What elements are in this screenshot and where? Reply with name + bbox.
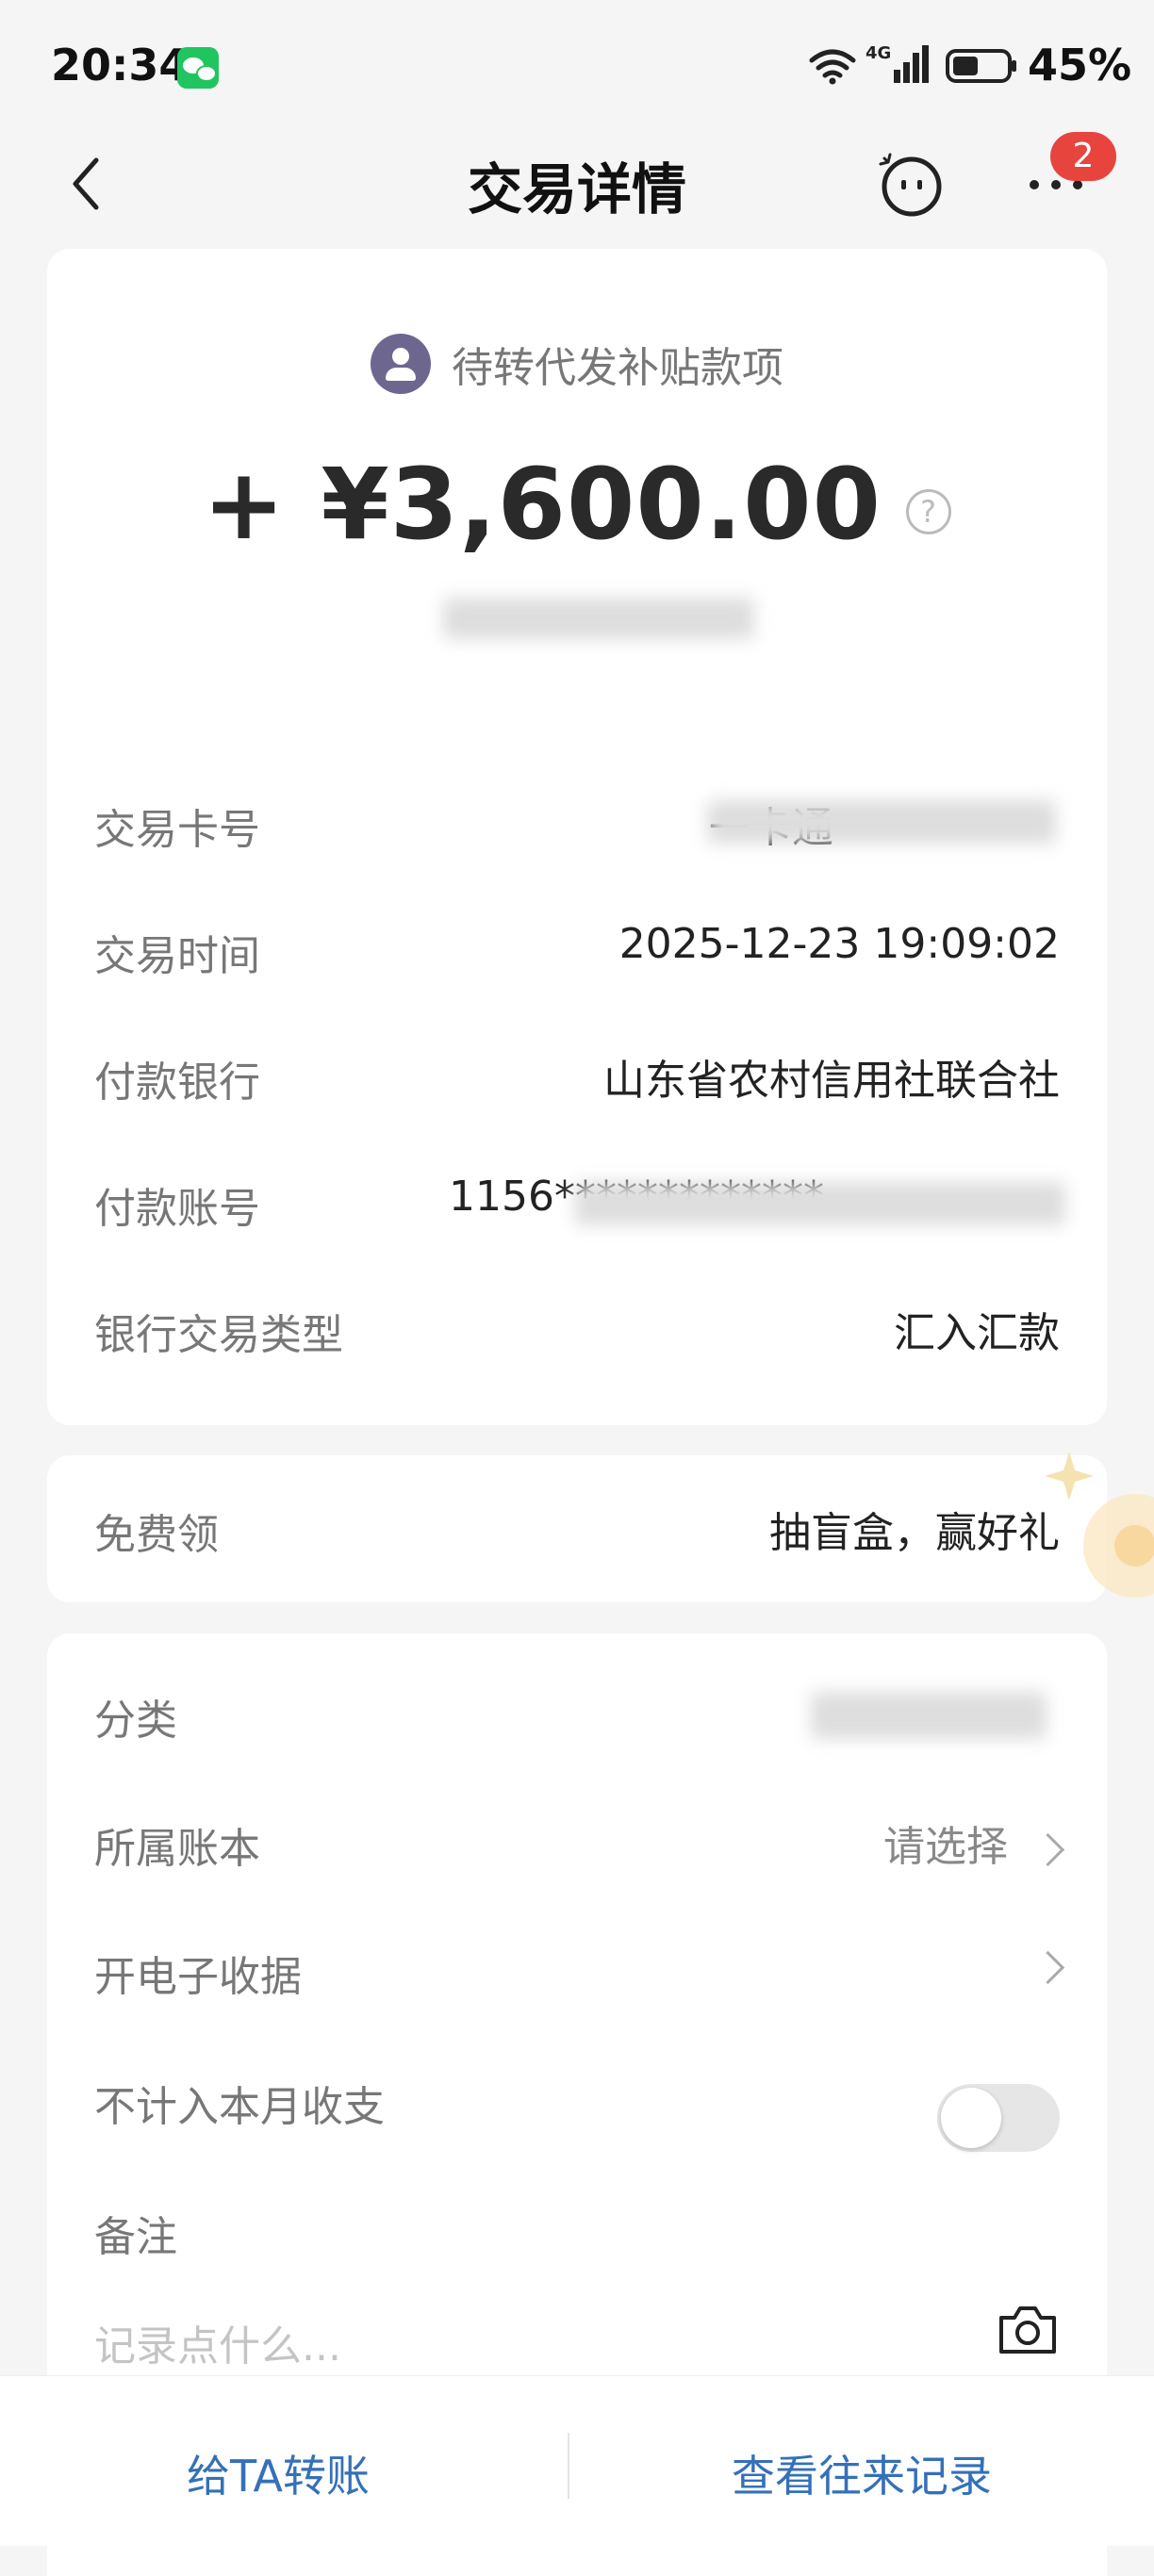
exclude-monthly-toggle[interactable] — [937, 2084, 1060, 2152]
chevron-right-icon — [1030, 1950, 1065, 1984]
payer-bank-value: 山东省农村信用社联合社 — [603, 1057, 1060, 1105]
transaction-summary-card: 待转代发补贴款项 + ¥3,600.00? 交易卡号 一卡通 交易时间 2025… — [47, 249, 1107, 1425]
promo-value: 抽盲盒，赢好礼 — [769, 1509, 1060, 1557]
receipt-link[interactable] — [1008, 1941, 1065, 1989]
page-title: 交易详情 — [467, 157, 686, 222]
navigation-bar: 交易详情 2 — [0, 132, 1154, 236]
ledger-value: 请选择 — [883, 1823, 1008, 1871]
ledger-label: 所属账本 — [94, 1825, 260, 1873]
assistant-face-icon[interactable] — [877, 149, 947, 219]
redacted-category-value[interactable] — [811, 1692, 1047, 1739]
bank-transaction-type-label: 银行交易类型 — [94, 1311, 343, 1359]
redacted-card-number — [707, 800, 1056, 844]
chevron-right-icon — [1030, 1832, 1065, 1866]
wechat-notification-icon — [177, 47, 219, 89]
payer-bank-label: 付款银行 — [94, 1058, 260, 1107]
transfer-button[interactable]: 给TA转账 — [187, 2442, 370, 2504]
notification-badge: 2 — [1050, 132, 1116, 181]
wifi-icon — [809, 49, 856, 85]
status-bar: 20:34 4G 45% — [0, 0, 1154, 132]
battery-icon — [946, 49, 1016, 83]
battery-percentage: 45% — [1028, 40, 1132, 90]
transaction-time-value: 2025-12-23 19:09:02 — [618, 920, 1060, 968]
card-number-label: 交易卡号 — [94, 806, 260, 854]
sparkle-decoration-icon — [1045, 1452, 1154, 1598]
exclude-monthly-label: 不计入本月收支 — [94, 2083, 385, 2131]
help-icon[interactable]: ? — [905, 488, 951, 534]
view-history-button[interactable]: 查看往来记录 — [732, 2442, 992, 2504]
receipt-label: 开电子收据 — [94, 1953, 302, 2001]
promo-card[interactable]: 免费领 抽盲盒，赢好礼 — [47, 1455, 1107, 1602]
payee-info: 待转代发补贴款项 — [47, 334, 1107, 394]
toggle-knob — [941, 2088, 1001, 2148]
category-label: 分类 — [94, 1697, 177, 1745]
transaction-time-label: 交易时间 — [94, 932, 260, 980]
camera-icon[interactable] — [996, 2303, 1060, 2355]
transaction-amount: + ¥3,600.00? — [47, 447, 1107, 562]
cellular-signal-icon: 4G — [866, 43, 929, 83]
status-time: 20:34 — [51, 40, 190, 90]
network-type-label: 4G — [866, 43, 891, 63]
amount-value: + ¥3,600.00 — [203, 447, 882, 562]
bank-transaction-type-value: 汇入汇款 — [894, 1309, 1060, 1357]
remark-input[interactable]: 记录点什么... — [94, 2312, 341, 2372]
payee-name: 待转代发补贴款项 — [452, 344, 783, 392]
redacted-balance — [443, 598, 754, 639]
promo-label: 免费领 — [94, 1511, 219, 1559]
bottom-action-bar: 给TA转账 查看往来记录 — [0, 2375, 1154, 2546]
divider — [568, 2433, 569, 2499]
payer-account-label: 付款账号 — [94, 1185, 260, 1233]
redacted-account-number — [575, 1182, 1065, 1225]
remark-label: 备注 — [94, 2213, 177, 2261]
avatar — [371, 334, 431, 394]
ledger-selector[interactable]: 请选择 — [883, 1813, 1065, 1873]
